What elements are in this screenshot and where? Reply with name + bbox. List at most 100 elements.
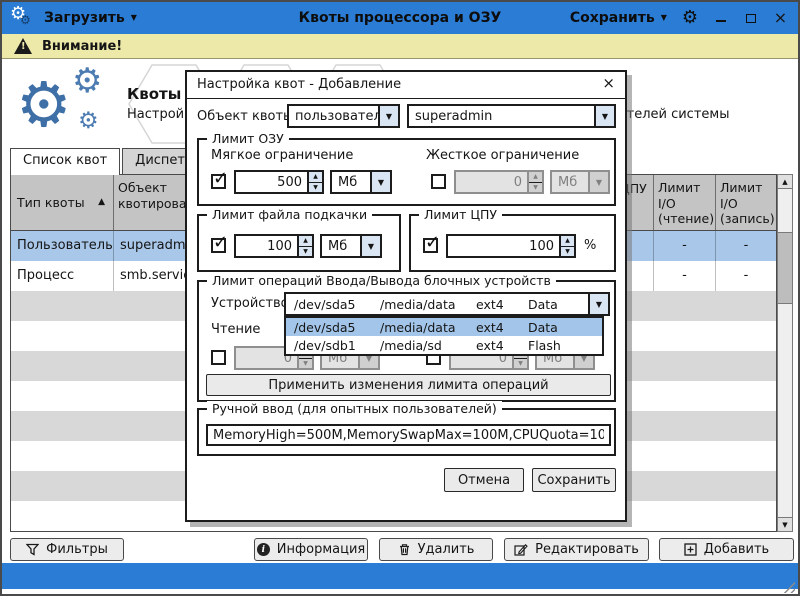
info-button[interactable]: i Информация (254, 538, 368, 561)
dropdown-button[interactable]: ▼ (370, 172, 390, 192)
info-icon: i (257, 543, 270, 556)
chevron-down-icon: ▼ (602, 112, 608, 121)
cpu-limit-spinner[interactable]: 100 ▲▼ (446, 234, 576, 258)
gear-icon: ⚙ (20, 14, 31, 26)
chevron-down-icon: ▼ (368, 242, 374, 251)
filters-button[interactable]: Фильтры (10, 538, 124, 561)
soft-limit-label: Мягкое ограничение (211, 148, 353, 163)
io-limit-group: Лимит операций Ввода/Вывода блочных устр… (197, 280, 616, 402)
cpu-limit-legend: Лимит ЦПУ (419, 207, 502, 222)
save-menu-button[interactable]: Сохранить ▼ (570, 10, 667, 26)
spin-up-icon: ▲ (529, 172, 542, 183)
manual-input-field[interactable] (206, 424, 611, 446)
quota-type-value: пользователь (289, 106, 378, 126)
add-button[interactable]: Добавить (659, 538, 794, 561)
device-value: /dev/sda5 /media/data ext4 Data (286, 294, 588, 314)
cpu-limit-value: 100 (448, 236, 559, 256)
spin-down-icon: ▼ (299, 359, 312, 369)
chevron-down-icon: ▼ (661, 14, 667, 22)
tab-quota-list[interactable]: Список квот (10, 148, 120, 175)
dialog-close-button[interactable]: × (602, 76, 615, 91)
minimize-icon (716, 20, 726, 22)
dialog-cancel-button[interactable]: Отмена (444, 468, 524, 492)
cell-object: smb.service (113, 261, 191, 291)
hard-limit-checkbox[interactable] (431, 174, 446, 189)
spinner-buttons[interactable]: ▲▼ (307, 172, 322, 192)
column-header-type[interactable]: Тип квоты ▲ (11, 175, 113, 230)
column-header-object[interactable]: Объект квотирования (113, 175, 191, 230)
dialog-save-button[interactable]: Сохранить (532, 468, 616, 492)
load-menu-button[interactable]: Загрузить ▼ (44, 10, 137, 26)
quota-type-combobox[interactable]: пользователь ▼ (287, 104, 400, 128)
option-mount: /media/data (380, 320, 476, 335)
option-fs: ext4 (476, 320, 528, 335)
swap-limit-unit-combobox[interactable]: Мб ▼ (320, 234, 382, 258)
cell-type: Процесс (11, 261, 113, 291)
minimize-button[interactable] (713, 10, 728, 26)
close-button[interactable]: × (773, 10, 788, 26)
edit-button[interactable]: Редактировать (504, 538, 649, 561)
swap-limit-legend: Лимит файла подкачки (207, 207, 372, 222)
option-name: Data (528, 320, 602, 335)
spin-down-icon: ▼ (309, 183, 322, 193)
swap-limit-checkbox[interactable] (211, 238, 226, 253)
page-subtitle-left: Настрой (127, 107, 184, 122)
manual-input-legend: Ручной ввод (для опытных пользователей) (207, 401, 502, 416)
scroll-down-icon[interactable]: ▼ (777, 517, 793, 532)
warning-text: Внимание! (42, 39, 122, 54)
swap-limit-group: Лимит файла подкачки 100 ▲▼ Мб ▼ (197, 214, 401, 272)
dropdown-button[interactable]: ▼ (378, 106, 398, 126)
column-header-io-write[interactable]: Лимит I/O (запись) (715, 175, 776, 230)
hard-limit-unit: Мб (552, 172, 588, 192)
soft-limit-unit-combobox[interactable]: Мб ▼ (330, 170, 392, 194)
save-menu-label: Сохранить (570, 10, 655, 26)
spin-up-icon: ▲ (299, 236, 312, 247)
read-limit-checkbox[interactable] (211, 350, 226, 365)
cell-io-read: - (653, 231, 715, 261)
gear-icon: ⚙ (78, 110, 99, 133)
sort-asc-icon: ▲ (98, 197, 105, 208)
soft-limit-spinner[interactable]: 500 ▲▼ (234, 170, 324, 194)
filter-icon (26, 543, 39, 556)
gear-icon: ⚙ (72, 64, 102, 98)
spin-up-icon: ▲ (309, 172, 322, 183)
manual-input-group: Ручной ввод (для опытных пользователей) (197, 408, 616, 456)
spin-down-icon: ▼ (299, 247, 312, 257)
table-scrollbar[interactable]: ▲ ▼ (777, 174, 793, 532)
cpu-limit-group: Лимит ЦПУ 100 ▲▼ % (409, 214, 616, 272)
cpu-limit-checkbox[interactable] (423, 238, 438, 253)
edit-icon (514, 543, 528, 556)
quota-settings-dialog: Настройка квот - Добавление × Объект кво… (185, 70, 627, 522)
dropdown-button: ▼ (588, 172, 608, 192)
device-name: Data (528, 297, 588, 314)
chevron-down-icon: ▼ (596, 178, 602, 187)
scroll-up-icon[interactable]: ▲ (777, 174, 793, 189)
swap-limit-spinner[interactable]: 100 ▲▼ (234, 234, 314, 258)
dropdown-button[interactable]: ▼ (594, 106, 614, 126)
spin-up-icon: ▲ (561, 236, 574, 247)
page-subtitle-right: вателей системы (611, 107, 729, 122)
soft-limit-checkbox[interactable] (211, 174, 226, 189)
column-header-io-read[interactable]: Лимит I/O (чтение) (653, 175, 715, 230)
dropdown-button[interactable]: ▼ (360, 236, 380, 256)
device-option[interactable]: /dev/sda5 /media/data ext4 Data (286, 318, 602, 336)
device-combobox[interactable]: /dev/sda5 /media/data ext4 Data ▼ (284, 292, 610, 316)
spinner-buttons[interactable]: ▲▼ (559, 236, 574, 256)
maximize-icon (746, 14, 756, 23)
hard-limit-spinner: 0 ▲▼ (454, 170, 544, 194)
hard-limit-unit-combobox: Мб ▼ (550, 170, 610, 194)
quota-object-label: Объект квоты: (197, 109, 298, 124)
apply-io-limit-button[interactable]: Применить изменения лимита операций (206, 374, 611, 396)
spinner-buttons[interactable]: ▲▼ (297, 236, 312, 256)
device-option[interactable]: /dev/sdb1 /media/sd ext4 Flash (286, 336, 602, 354)
delete-button[interactable]: Удалить (379, 538, 493, 561)
spin-down-icon: ▼ (514, 359, 527, 369)
spin-down-icon: ▼ (561, 247, 574, 257)
maximize-button[interactable] (743, 10, 758, 26)
dropdown-button[interactable]: ▼ (588, 294, 608, 314)
quota-target-combobox[interactable]: superadmin ▼ (407, 104, 616, 128)
scrollbar-thumb[interactable] (777, 232, 793, 304)
settings-gear-icon[interactable]: ⚙ (682, 9, 698, 27)
dialog-title-separator (187, 98, 625, 99)
gear-icon: ⚙ (16, 74, 72, 136)
